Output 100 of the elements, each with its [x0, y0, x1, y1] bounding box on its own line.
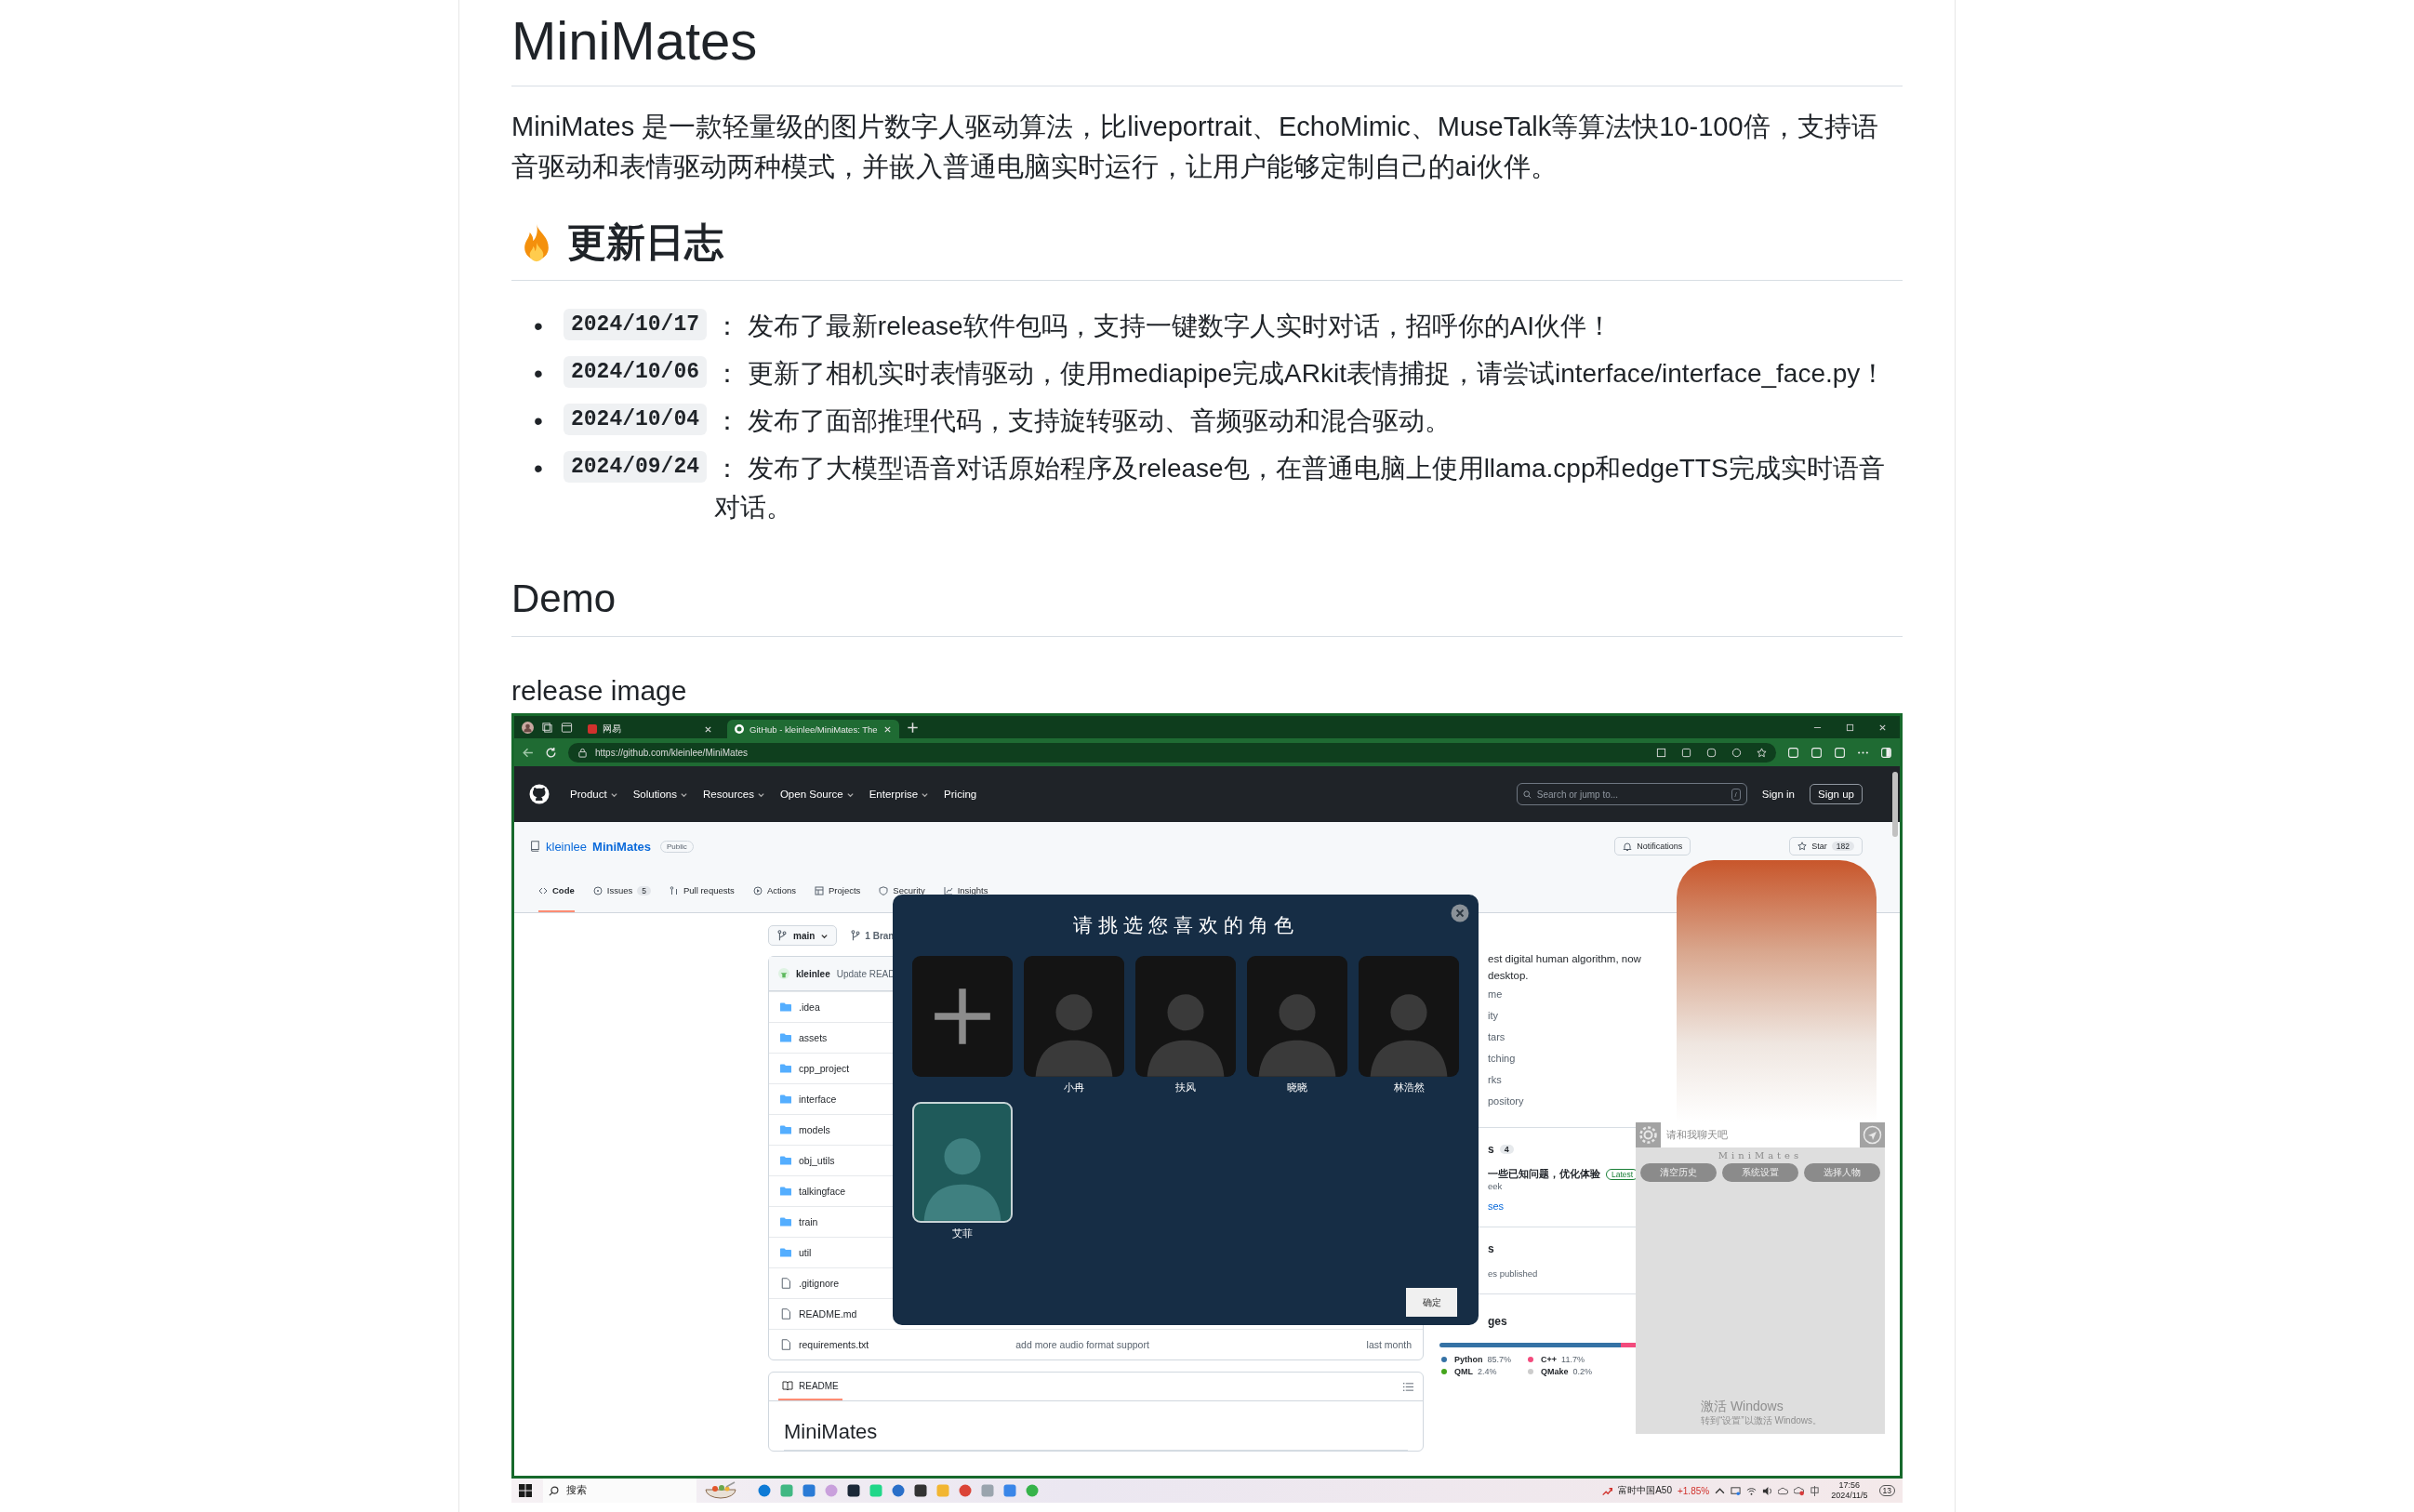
file-name[interactable]: assets	[799, 1032, 828, 1043]
plus-icon[interactable]	[906, 721, 919, 734]
about-text: est digital human algorithm, now	[1487, 952, 1642, 966]
chevron-up-icon[interactable]	[1715, 1485, 1726, 1496]
readme-tab[interactable]: README	[778, 1373, 842, 1400]
star-icon[interactable]	[1757, 747, 1767, 758]
file-name[interactable]: .gitignore	[799, 1278, 840, 1289]
repo-tab[interactable]: Issues 5	[592, 870, 651, 912]
back-arrow-icon[interactable]	[522, 746, 534, 759]
nav-link[interactable]: Solutions	[632, 789, 677, 800]
file-name[interactable]: obj_utils	[799, 1155, 835, 1166]
character-name: 小冉	[1064, 1081, 1084, 1095]
nav-link[interactable]: Enterprise	[869, 789, 919, 800]
language-percent: 0.2%	[1572, 1367, 1593, 1376]
search-field[interactable]: Search or jump to... /	[1516, 783, 1747, 805]
list-icon[interactable]	[1403, 1381, 1413, 1392]
sidebar-icon[interactable]	[1880, 746, 1892, 759]
folder-icon	[780, 1124, 791, 1135]
nav-link[interactable]: Pricing	[944, 789, 977, 800]
maximize-icon[interactable]	[1846, 723, 1854, 732]
branch-button[interactable]: main	[768, 925, 838, 946]
wifi-icon[interactable]	[1746, 1485, 1757, 1496]
release-time: eek	[1487, 1181, 1504, 1191]
sign-in-link[interactable]: Sign in	[1761, 789, 1795, 800]
file-name[interactable]: train	[799, 1216, 818, 1227]
star-button[interactable]: Star 182	[1789, 837, 1863, 855]
windows-logo-icon[interactable]	[519, 1484, 532, 1497]
browser-tab[interactable]: GitHub - kleinlee/MiniMates: The	[727, 720, 899, 738]
round-app-icon[interactable]	[892, 1484, 905, 1497]
character-name: 林浩然	[1393, 1081, 1425, 1095]
changelog-text: ： 发布了最新release软件包吗，支持一键数字人实时对话，招呼你的AI伙伴！	[714, 311, 1614, 342]
image-caption: release image	[511, 674, 688, 708]
ticker-name: 富时中国A50	[1618, 1484, 1672, 1497]
repo-tab[interactable]: Code	[538, 870, 575, 912]
nav-link[interactable]: Product	[570, 789, 607, 800]
pull-request-icon	[669, 885, 679, 895]
close-icon[interactable]	[882, 724, 892, 734]
character-name: 扶风	[1175, 1081, 1196, 1095]
confirm-button[interactable]: 确定	[1406, 1288, 1457, 1317]
release-title[interactable]: 一些已知问题，优化体验	[1488, 1167, 1600, 1181]
file-name[interactable]: models	[799, 1124, 830, 1135]
file-name[interactable]: util	[799, 1247, 812, 1258]
photo-placeholder[interactable]	[912, 1102, 1013, 1223]
github-logo-icon[interactable]	[529, 784, 550, 804]
shortcut-key: /	[1731, 788, 1741, 801]
scrollbar-thumb[interactable]	[1892, 772, 1898, 837]
chat-input[interactable]: 请和我聊天吧	[1661, 1122, 1860, 1147]
file-name[interactable]: cpp_project	[799, 1063, 850, 1074]
sign-up-button[interactable]: Sign up	[1810, 784, 1863, 804]
nav-link[interactable]: Resources	[702, 789, 754, 800]
app-tile-icon[interactable]	[1003, 1484, 1016, 1497]
release-count: 4	[1499, 1145, 1514, 1154]
owner-link[interactable]: kleinlee	[546, 839, 588, 854]
bullet: •	[534, 358, 544, 390]
file-name[interactable]: .idea	[799, 1001, 820, 1013]
lock-icon	[577, 747, 588, 758]
speaker-icon[interactable]	[1762, 1485, 1773, 1496]
section-heading: s	[1488, 1143, 1494, 1156]
address-bar[interactable]: https://github.com/kleinlee/MiniMates	[568, 742, 1776, 763]
input-method-icon[interactable]	[1810, 1485, 1821, 1496]
file-name[interactable]: README.md	[799, 1308, 857, 1320]
profile-avatar-icon[interactable]	[522, 721, 534, 734]
app-tile-icon[interactable]	[780, 1484, 793, 1497]
close-icon[interactable]	[1878, 723, 1887, 732]
workspaces-icon[interactable]	[541, 721, 553, 734]
file-name[interactable]: talkingface	[799, 1186, 846, 1197]
app-tile-icon[interactable]	[869, 1484, 882, 1497]
app-tile-icon[interactable]	[936, 1484, 949, 1497]
reload-icon[interactable]	[545, 746, 557, 759]
language-percent: 85.7%	[1487, 1355, 1512, 1364]
repo-tab[interactable]: Insights	[943, 870, 988, 912]
file-name[interactable]: interface	[799, 1094, 837, 1105]
section-heading: s	[1487, 1242, 1495, 1255]
repo-link[interactable]: MiniMates	[592, 839, 651, 854]
repo-tab[interactable]: Pull requests	[669, 870, 735, 912]
app-tile-icon[interactable]	[847, 1484, 860, 1497]
app-tile-icon[interactable]	[914, 1484, 927, 1497]
round-app-icon[interactable]	[758, 1484, 771, 1497]
monitor-icon[interactable]	[1731, 1485, 1742, 1496]
commit-author[interactable]: kleinlee	[796, 968, 830, 979]
file-name[interactable]: requirements.txt	[799, 1339, 869, 1350]
browser-tab[interactable]: 网易	[580, 720, 720, 738]
add-character-tile[interactable]	[912, 956, 1013, 1077]
folder-icon	[780, 1063, 791, 1074]
cloud-icon[interactable]	[1778, 1485, 1789, 1496]
activation-hint: 转到“设置”以激活 Windows。	[1701, 1414, 1822, 1426]
repo-tab[interactable]: Actions	[752, 870, 797, 912]
repo-tab[interactable]: Projects	[815, 870, 861, 912]
app-tile-icon[interactable]	[981, 1484, 994, 1497]
close-icon[interactable]	[704, 724, 712, 734]
close-icon[interactable]	[1451, 904, 1469, 922]
round-app-icon[interactable]	[959, 1484, 972, 1497]
nav-link[interactable]: Open Source	[779, 789, 843, 800]
tab-actions-icon[interactable]	[561, 721, 573, 734]
app-tile-icon[interactable]	[802, 1484, 816, 1497]
taskbar-search[interactable]: 搜索	[543, 1479, 696, 1503]
notifications-button[interactable]: Notifications	[1614, 837, 1691, 855]
repo-tab[interactable]: Security	[879, 870, 925, 912]
changelog-text: ： 发布了面部推理代码，支持旋转驱动、音频驱动和混合驱动。	[714, 405, 1452, 437]
cloud-error-icon[interactable]	[1794, 1485, 1805, 1496]
